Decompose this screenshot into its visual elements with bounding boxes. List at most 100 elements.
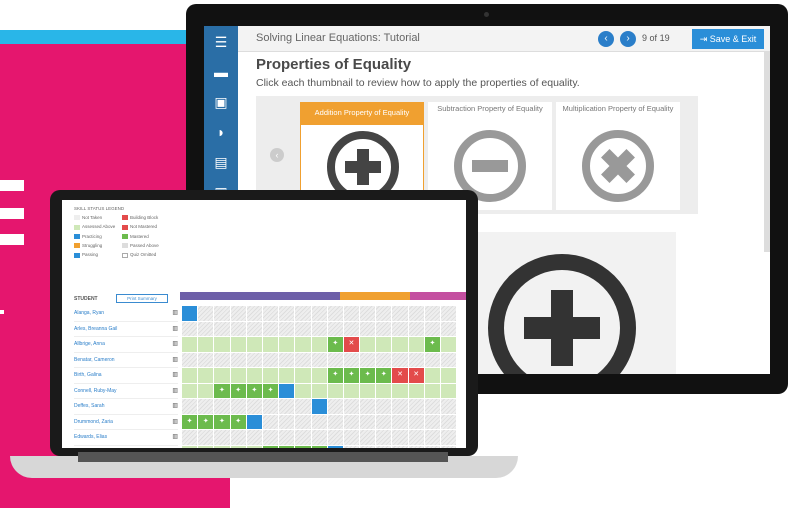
student-row[interactable]: Deffes, Sarah ▥ (74, 399, 178, 415)
skill-cell[interactable] (279, 414, 295, 429)
skill-cell[interactable]: ✦ (424, 337, 440, 352)
skill-cell[interactable] (279, 430, 295, 445)
skill-cell[interactable] (392, 445, 408, 448)
skill-cell[interactable] (262, 321, 279, 336)
skill-cell[interactable] (198, 352, 214, 367)
skill-cell[interactable] (214, 321, 230, 336)
skill-cell[interactable]: ✦ (262, 445, 279, 448)
skill-cell[interactable] (295, 306, 311, 321)
skill-cell[interactable] (392, 399, 408, 414)
skill-cell[interactable] (230, 306, 246, 321)
skill-cell[interactable] (441, 321, 457, 336)
skill-cell[interactable] (279, 337, 295, 352)
folder-icon[interactable]: ▬ (211, 64, 231, 80)
skill-cell[interactable] (343, 399, 360, 414)
skill-cell[interactable] (295, 352, 311, 367)
skill-cell[interactable]: ✦ (262, 383, 279, 398)
skill-cell[interactable] (311, 352, 327, 367)
skill-cell[interactable] (182, 383, 198, 398)
map-icon[interactable]: ▥ (172, 337, 178, 352)
student-name[interactable]: Benatar, Cameron (74, 353, 115, 368)
skill-cell[interactable]: ✕ (343, 337, 360, 352)
skill-cell[interactable]: ✦ (327, 337, 343, 352)
student-name[interactable]: Alanga, Ryan (74, 306, 104, 321)
skill-cell[interactable] (327, 399, 343, 414)
student-name[interactable]: Edwards, Elias (74, 430, 107, 445)
skill-cell[interactable] (376, 337, 392, 352)
skill-cell[interactable] (262, 414, 279, 429)
skill-cell[interactable] (262, 430, 279, 445)
skill-cell[interactable] (327, 383, 343, 398)
skill-cell[interactable]: ✦ (198, 414, 214, 429)
skill-cell[interactable] (182, 368, 198, 383)
skill-cell[interactable] (327, 321, 343, 336)
skill-cell[interactable] (343, 352, 360, 367)
skill-cell[interactable] (408, 445, 424, 448)
skill-cell[interactable] (182, 306, 198, 321)
skill-cell[interactable] (376, 445, 392, 448)
skill-cell[interactable] (392, 337, 408, 352)
skill-cell[interactable] (198, 399, 214, 414)
student-row[interactable]: Alanga, Ryan ▥ (74, 306, 178, 322)
skill-cell[interactable] (246, 368, 262, 383)
skill-cell[interactable] (343, 430, 360, 445)
skill-cell[interactable] (311, 306, 327, 321)
map-icon[interactable]: ▥ (172, 384, 178, 399)
skill-cell[interactable] (424, 430, 440, 445)
skill-cell[interactable]: ✦ (246, 383, 262, 398)
skill-cell[interactable] (182, 445, 198, 448)
skill-cell[interactable] (392, 352, 408, 367)
skill-cell[interactable] (198, 383, 214, 398)
save-exit-button[interactable]: ⇥ Save & Exit (692, 29, 764, 49)
skill-cell[interactable] (360, 306, 376, 321)
skill-cell[interactable] (343, 321, 360, 336)
skill-cell[interactable] (295, 321, 311, 336)
skill-cell[interactable] (408, 430, 424, 445)
skill-cell[interactable]: ✦ (327, 368, 343, 383)
print-summary-button[interactable]: Print Summary (116, 294, 168, 303)
skill-cell[interactable] (360, 321, 376, 336)
student-name[interactable]: Birth, Galina (74, 368, 102, 383)
skill-cell[interactable] (295, 414, 311, 429)
skill-cell[interactable] (424, 383, 440, 398)
audio-icon[interactable]: ◗ (211, 124, 231, 140)
skill-cell[interactable] (327, 445, 343, 448)
skill-cell[interactable]: ✕ (392, 368, 408, 383)
skill-cell[interactable] (441, 383, 457, 398)
scrollbar[interactable] (764, 52, 770, 252)
skill-cell[interactable] (360, 430, 376, 445)
skill-cell[interactable] (376, 383, 392, 398)
map-icon[interactable]: ▥ (172, 322, 178, 337)
student-row[interactable]: Drummond, Zaria ▥ (74, 415, 178, 430)
skill-cell[interactable] (424, 306, 440, 321)
student-name[interactable]: Deffes, Sarah (74, 399, 104, 414)
skill-cell[interactable] (441, 368, 457, 383)
skill-cell[interactable] (295, 337, 311, 352)
skill-cell[interactable]: ✦ (376, 368, 392, 383)
skill-cell[interactable] (327, 306, 343, 321)
map-icon[interactable]: ▥ (172, 368, 178, 383)
skill-cell[interactable] (279, 368, 295, 383)
skill-cell[interactable] (424, 352, 440, 367)
skill-cell[interactable] (182, 399, 198, 414)
map-icon[interactable]: ▥ (172, 353, 178, 368)
skill-cell[interactable] (230, 352, 246, 367)
skill-cell[interactable] (376, 414, 392, 429)
skill-cell[interactable] (311, 414, 327, 429)
skill-cell[interactable]: ✦ (360, 368, 376, 383)
skill-cell[interactable] (441, 430, 457, 445)
skill-cell[interactable] (182, 321, 198, 336)
skill-cell[interactable] (424, 414, 440, 429)
skill-cell[interactable] (376, 306, 392, 321)
skill-cell[interactable] (343, 414, 360, 429)
skill-cell[interactable] (198, 306, 214, 321)
skill-cell[interactable] (198, 337, 214, 352)
skill-cell[interactable] (230, 321, 246, 336)
student-row[interactable]: Allbrige, Anna ▥ (74, 337, 178, 353)
skill-cell[interactable] (441, 337, 457, 352)
skill-cell[interactable]: ✦ (343, 368, 360, 383)
student-row[interactable]: Arles, Breanna Gail ▥ (74, 322, 178, 337)
skill-cell[interactable] (182, 337, 198, 352)
skill-cell[interactable] (311, 383, 327, 398)
thumbnail-multiplication[interactable]: Multiplication Property of Equality (556, 102, 680, 210)
